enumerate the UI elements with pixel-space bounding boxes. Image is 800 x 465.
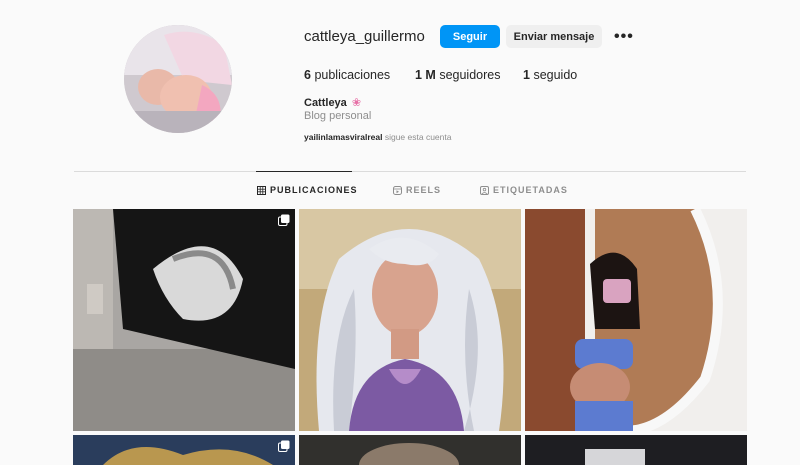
post-image-partial-1	[73, 435, 295, 465]
avatar-image	[124, 25, 232, 133]
followed-by-username[interactable]: yailinlamasviralreal	[304, 132, 382, 142]
post-image-partial-2	[299, 435, 521, 465]
post-tile[interactable]	[525, 209, 747, 431]
followed-by-line[interactable]: yailinlamasviralreal sigue esta cuenta	[304, 132, 451, 142]
follow-button[interactable]: Seguir	[440, 25, 500, 48]
post-tile[interactable]	[299, 435, 521, 465]
followed-by-text: sigue esta cuenta	[384, 132, 452, 142]
tagged-icon	[480, 185, 489, 195]
profile-username: cattleya_guillermo	[304, 28, 425, 45]
post-tile[interactable]	[299, 209, 521, 431]
multiple-posts-icon	[278, 214, 290, 226]
posts-count-stat: 6 publicaciones	[304, 68, 390, 82]
following-count: 1	[523, 68, 530, 82]
posts-count: 6	[304, 68, 311, 82]
active-tab-indicator	[256, 171, 352, 172]
tab-etiquetadas[interactable]: ETIQUETADAS	[480, 185, 568, 195]
followers-count: 1 M	[415, 68, 436, 82]
post-tile[interactable]	[73, 435, 295, 465]
post-image-white-hair-portrait	[299, 209, 521, 431]
tab-reels[interactable]: REELS	[393, 185, 441, 195]
more-options-icon[interactable]: •••	[614, 28, 634, 46]
posts-label: publicaciones	[314, 68, 391, 82]
flower-emoji-icon: ❀	[351, 97, 362, 109]
reels-icon	[393, 185, 402, 195]
following-stat[interactable]: 1 seguido	[523, 68, 577, 82]
full-name-text: Cattleya	[304, 97, 347, 109]
profile-avatar[interactable]	[124, 25, 232, 133]
tab-reels-label: REELS	[406, 185, 442, 195]
grid-icon	[257, 185, 266, 195]
tabs-divider	[74, 171, 746, 172]
post-tile[interactable]	[73, 209, 295, 431]
tab-publicaciones[interactable]: PUBLICACIONES	[257, 185, 358, 195]
send-message-button[interactable]: Enviar mensaje	[506, 25, 602, 48]
tab-publicaciones-label: PUBLICACIONES	[270, 185, 358, 195]
post-tile[interactable]	[525, 435, 747, 465]
followers-label: seguidores	[439, 68, 501, 82]
following-label: seguido	[533, 68, 578, 82]
post-image-mirror-selfie	[525, 209, 747, 431]
profile-category: Blog personal	[304, 110, 372, 122]
tab-etiquetadas-label: ETIQUETADAS	[493, 185, 568, 195]
profile-full-name: Cattleya ❀	[304, 96, 361, 109]
multiple-posts-icon	[278, 440, 290, 452]
followers-stat[interactable]: 1 M seguidores	[415, 68, 500, 82]
post-image-partial-3	[525, 435, 747, 465]
post-image-ultrasound-tv	[73, 209, 295, 431]
